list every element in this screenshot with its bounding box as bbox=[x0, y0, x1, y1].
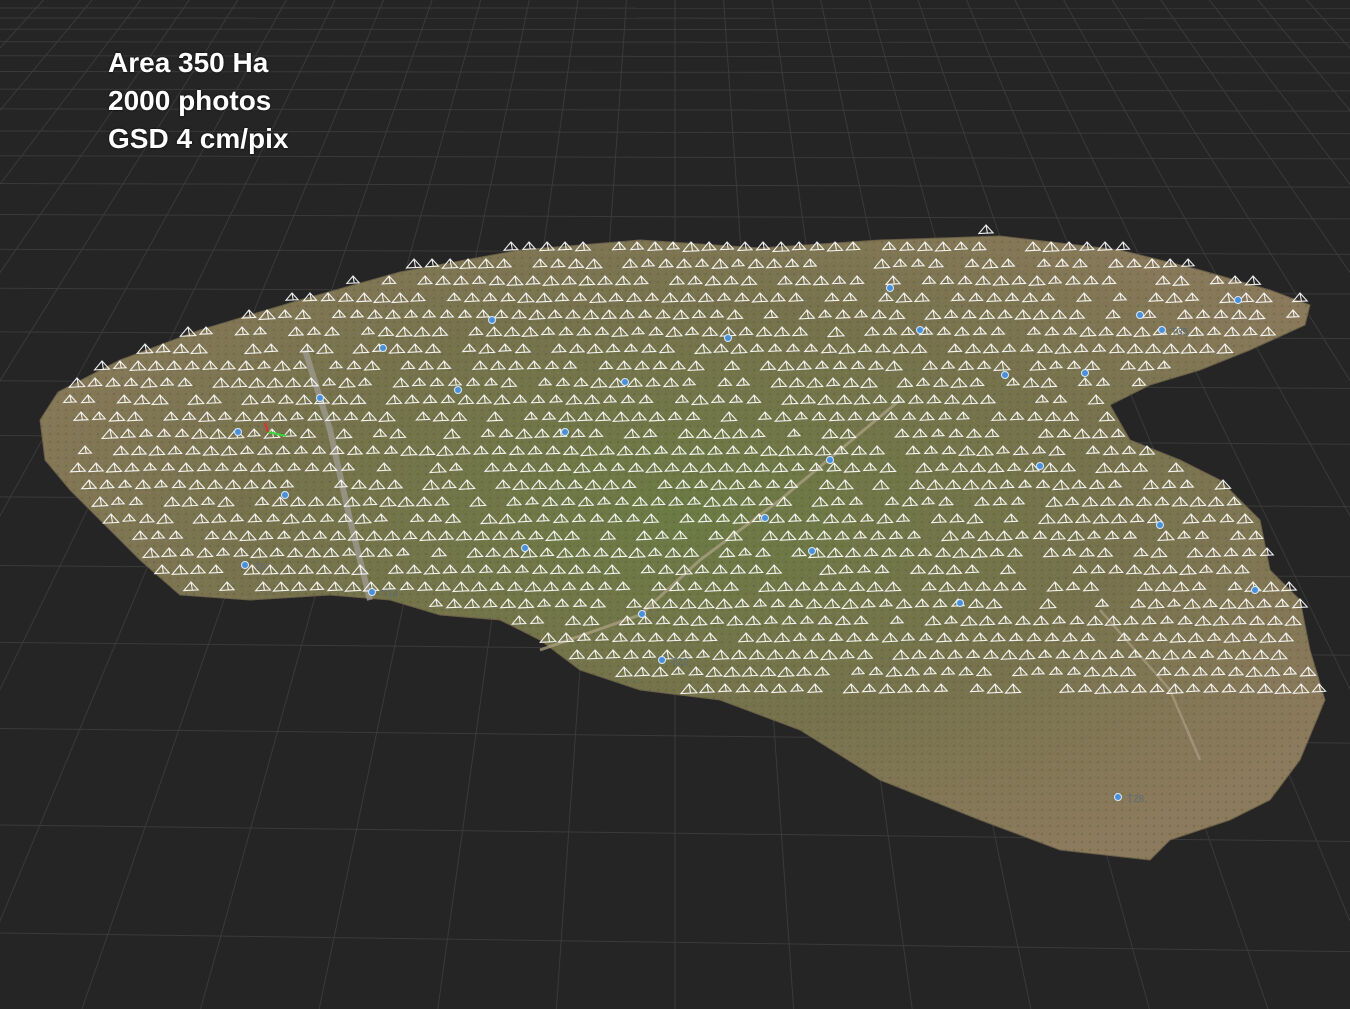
ground-control-point-icon[interactable] bbox=[1158, 326, 1166, 334]
camera-frustum-icon[interactable] bbox=[345, 275, 361, 285]
marker-label: T28 bbox=[1127, 794, 1145, 805]
ground-control-point-icon[interactable] bbox=[368, 588, 376, 596]
area-label: Area 350 Ha bbox=[108, 47, 269, 78]
marker-label: T35 bbox=[1171, 327, 1189, 338]
ground-control-point-icon[interactable] bbox=[488, 316, 496, 324]
ground-control-point-icon[interactable] bbox=[808, 547, 816, 555]
camera-frustum-icon[interactable] bbox=[502, 241, 520, 251]
grid-line bbox=[0, 28, 1350, 31]
ground-control-point-icon[interactable] bbox=[621, 378, 629, 386]
ground-control-point-icon[interactable] bbox=[1036, 462, 1044, 470]
ground-control-point-icon[interactable] bbox=[521, 544, 529, 552]
ground-control-point-icon[interactable] bbox=[916, 326, 924, 334]
marker-label: T6 bbox=[254, 562, 266, 573]
camera-frustum-icon[interactable] bbox=[1115, 241, 1131, 251]
ground-control-point-icon[interactable] bbox=[1001, 371, 1009, 379]
ground-control-point-icon[interactable] bbox=[1081, 369, 1089, 377]
ground-control-point-icon[interactable] bbox=[281, 491, 289, 499]
ground-control-point-icon[interactable] bbox=[241, 561, 249, 569]
ground-control-point-icon[interactable] bbox=[761, 514, 769, 522]
terrain-mesh[interactable] bbox=[39, 235, 1326, 861]
ground-control-point-icon[interactable] bbox=[379, 344, 387, 352]
camera-frustum-icon[interactable] bbox=[1180, 258, 1196, 267]
ground-control-point-icon[interactable] bbox=[561, 428, 569, 436]
ground-control-point-icon[interactable] bbox=[886, 284, 894, 292]
ground-control-point-icon[interactable] bbox=[724, 334, 732, 342]
grid-line bbox=[0, 41, 1350, 44]
ground-control-point-icon[interactable] bbox=[1234, 296, 1242, 304]
camera-frustum-icon[interactable] bbox=[521, 241, 537, 251]
ground-control-point-icon[interactable] bbox=[1136, 311, 1144, 319]
ground-control-point-icon[interactable] bbox=[1251, 586, 1259, 594]
gsd-label: GSD 4 cm/pix bbox=[108, 123, 289, 154]
ground-control-point-icon[interactable] bbox=[234, 428, 242, 436]
marker-label: T22 bbox=[671, 657, 689, 668]
camera-frustum-icon[interactable] bbox=[977, 224, 995, 235]
ground-control-point-icon[interactable] bbox=[658, 656, 666, 664]
ground-control-point-icon[interactable] bbox=[956, 599, 964, 607]
project-stats-overlay: Area 350 Ha 2000 photos GSD 4 cm/pix bbox=[108, 44, 289, 158]
photo-count-label: 2000 photos bbox=[108, 85, 272, 116]
marker-label: T14 bbox=[381, 589, 399, 600]
ground-control-point-icon[interactable] bbox=[454, 386, 462, 394]
ground-control-point-icon[interactable] bbox=[638, 610, 646, 618]
camera-frustum-icon[interactable] bbox=[284, 292, 300, 301]
ground-control-point-icon[interactable] bbox=[1114, 793, 1122, 801]
ground-control-point-icon[interactable] bbox=[1156, 521, 1164, 529]
ground-control-point-icon[interactable] bbox=[826, 456, 834, 464]
ground-control-point-icon[interactable] bbox=[316, 394, 324, 402]
3d-viewport[interactable]: T6 T14 T22 T35 T28 Area 350 Ha 2000 photos G… bbox=[0, 0, 1350, 1009]
